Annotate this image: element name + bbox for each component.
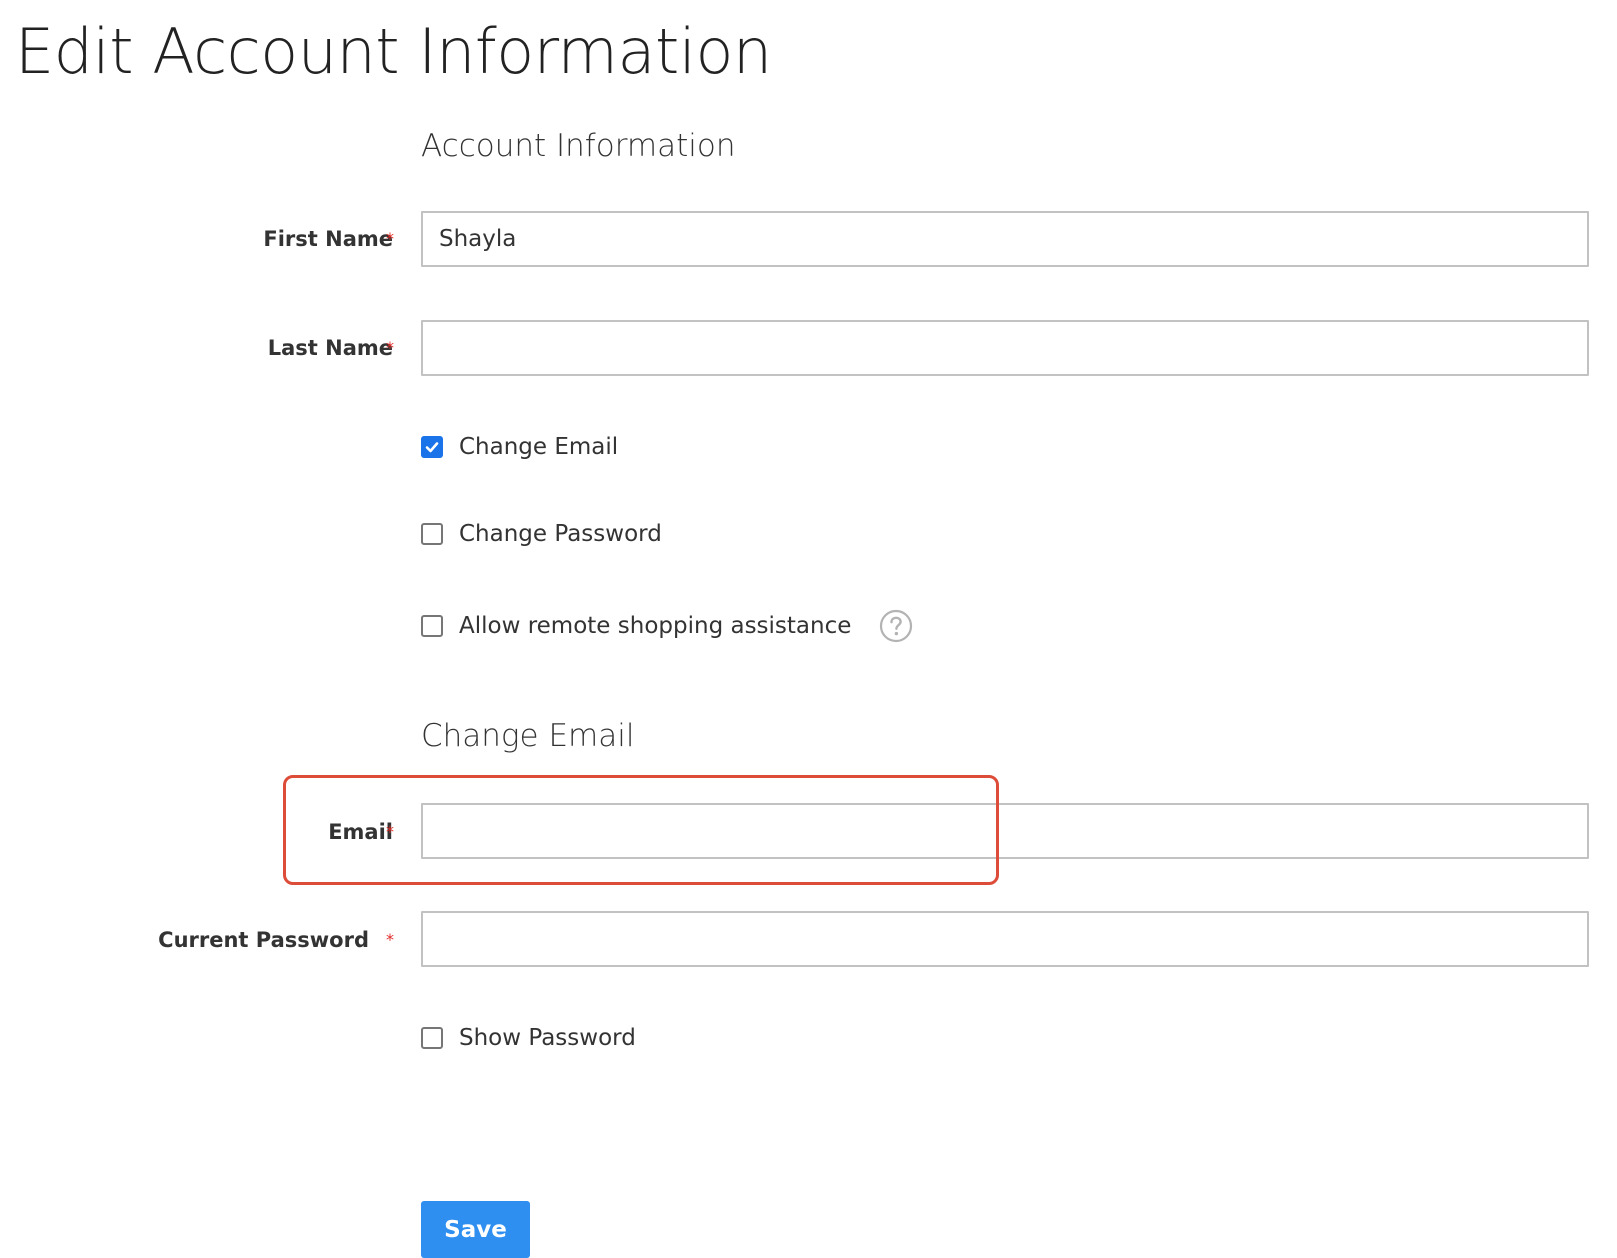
change-email-section-title: Change Email xyxy=(421,718,635,754)
last-name-label: Last Name xyxy=(267,336,393,360)
change-password-option[interactable]: Change Password xyxy=(421,517,662,551)
account-information-section-title: Account Information xyxy=(421,128,736,164)
required-asterisk: * xyxy=(386,229,394,248)
remote-assistance-label[interactable]: Allow remote shopping assistance xyxy=(459,611,851,641)
required-asterisk: * xyxy=(386,930,394,949)
remote-assistance-option[interactable]: Allow remote shopping assistance xyxy=(421,609,913,643)
email-label: Email xyxy=(328,820,393,844)
save-button[interactable]: Save xyxy=(421,1201,530,1258)
current-password-input[interactable] xyxy=(421,911,1589,967)
change-password-checkbox[interactable] xyxy=(421,523,443,545)
change-password-label[interactable]: Change Password xyxy=(459,519,662,549)
show-password-option[interactable]: Show Password xyxy=(421,1021,636,1055)
remote-assistance-checkbox[interactable] xyxy=(421,615,443,637)
current-password-label: Current Password xyxy=(158,928,369,952)
first-name-input[interactable] xyxy=(421,211,1589,267)
change-email-checkbox[interactable] xyxy=(421,436,443,458)
checkmark-icon xyxy=(425,442,439,453)
first-name-label: First Name xyxy=(263,227,393,251)
show-password-checkbox[interactable] xyxy=(421,1027,443,1049)
last-name-input[interactable] xyxy=(421,320,1589,376)
page-title: Edit Account Information xyxy=(15,15,772,88)
show-password-label[interactable]: Show Password xyxy=(459,1023,636,1053)
change-email-label[interactable]: Change Email xyxy=(459,432,618,462)
question-circle-icon[interactable] xyxy=(879,609,913,643)
change-email-option[interactable]: Change Email xyxy=(421,430,618,464)
email-input[interactable] xyxy=(421,803,1589,859)
required-asterisk: * xyxy=(386,822,394,841)
required-asterisk: * xyxy=(386,338,394,357)
